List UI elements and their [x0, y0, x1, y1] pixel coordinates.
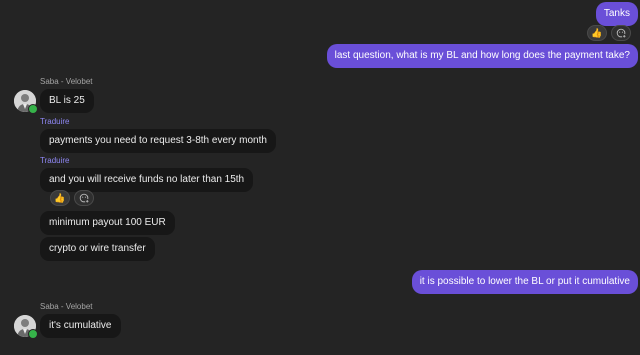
incoming-message[interactable]: minimum payout 100 EUR — [40, 211, 175, 235]
message-text: Tanks — [603, 8, 630, 19]
message-text: it is possible to lower the BL or put it… — [419, 276, 630, 287]
reaction-thumbs-up[interactable]: 👍 — [587, 25, 607, 41]
outgoing-message[interactable]: Tanks — [595, 2, 638, 26]
thumbs-up-icon: 👍 — [591, 27, 603, 38]
add-reaction-button[interactable] — [74, 190, 94, 206]
message-text: and you will receive funds no later than… — [49, 174, 245, 185]
reaction-thumbs-up[interactable]: 👍 — [50, 190, 70, 206]
incoming-message[interactable]: crypto or wire transfer — [40, 237, 155, 261]
sender-name: Saba - Velobet — [40, 77, 93, 86]
incoming-message[interactable]: it's cumulative — [40, 314, 121, 338]
add-reaction-button[interactable] — [611, 25, 631, 41]
message-text: crypto or wire transfer — [49, 243, 146, 254]
message-text: it's cumulative — [49, 320, 112, 331]
translate-link[interactable]: Traduire — [40, 117, 70, 126]
translate-link[interactable]: Traduire — [40, 156, 70, 165]
avatar[interactable] — [14, 90, 38, 114]
outgoing-message[interactable]: last question, what is my BL and how lon… — [326, 44, 638, 68]
avatar[interactable] — [14, 315, 38, 339]
message-text: BL is 25 — [49, 95, 85, 106]
outgoing-message[interactable]: it is possible to lower the BL or put it… — [411, 270, 638, 294]
message-text: minimum payout 100 EUR — [49, 217, 166, 228]
incoming-message[interactable]: and you will receive funds no later than… — [40, 168, 254, 192]
sender-name: Saba - Velobet — [40, 302, 93, 311]
thumbs-up-icon: 👍 — [54, 192, 66, 203]
add-reaction-icon — [616, 28, 626, 38]
online-status-indicator — [28, 329, 38, 339]
incoming-message[interactable]: payments you need to request 3-8th every… — [40, 129, 276, 153]
message-text: last question, what is my BL and how lon… — [334, 50, 630, 61]
message-text: payments you need to request 3-8th every… — [49, 135, 267, 146]
add-reaction-icon — [79, 193, 89, 203]
online-status-indicator — [28, 104, 38, 114]
incoming-message[interactable]: BL is 25 — [40, 89, 94, 113]
